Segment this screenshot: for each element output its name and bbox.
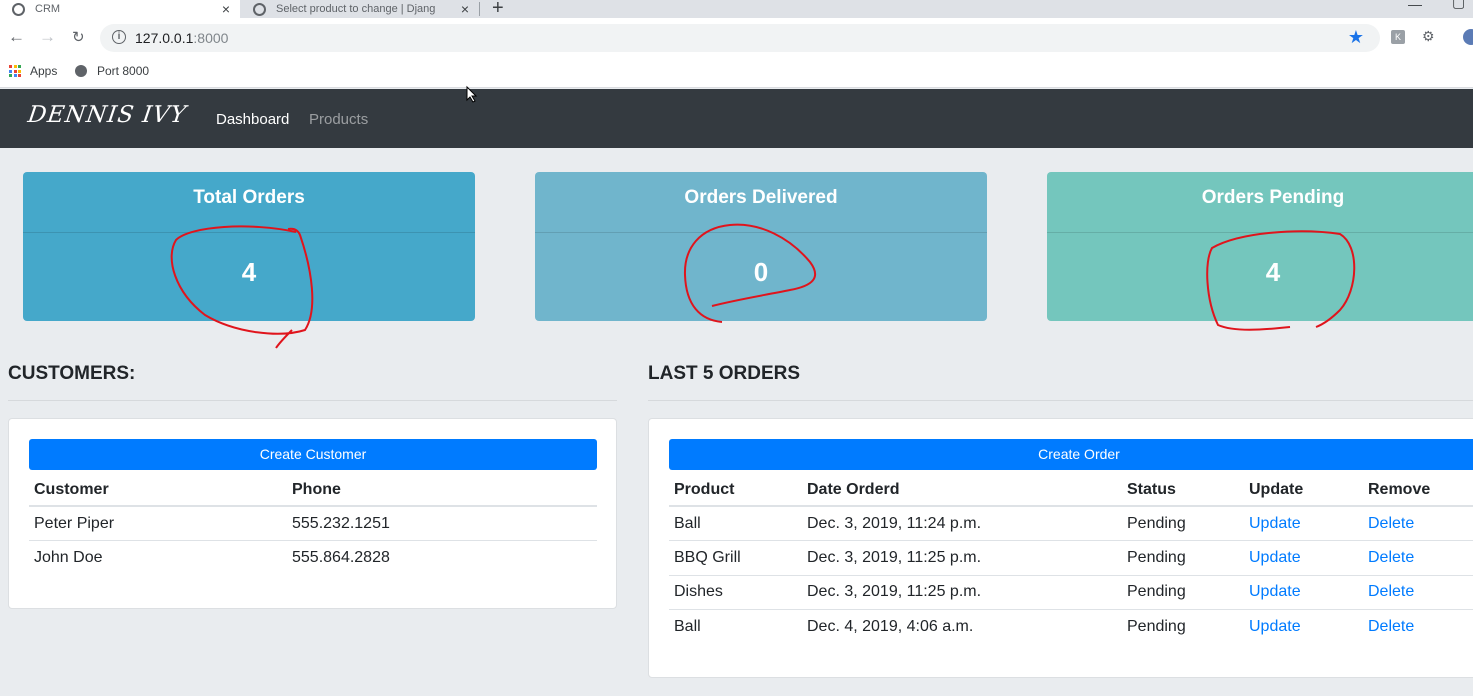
profile-avatar-icon[interactable]: [1463, 29, 1473, 45]
extension-k-icon[interactable]: K: [1391, 30, 1405, 44]
delete-link[interactable]: Delete: [1363, 575, 1473, 610]
order-status: Pending: [1122, 506, 1244, 541]
customer-phone: 555.864.2828: [292, 549, 390, 566]
tab-separator: [479, 2, 480, 16]
browser-tab-bar: CRM × Select product to change | Djang ×…: [0, 0, 1473, 20]
apps-grid-icon: [9, 65, 21, 77]
column-header: Customer: [29, 474, 287, 507]
url-port: :8000: [193, 30, 229, 46]
bookmark-apps[interactable]: Apps: [9, 64, 57, 78]
tab-django-admin[interactable]: Select product to change | Djang ×: [240, 0, 479, 18]
column-header: Update: [1244, 474, 1363, 507]
customers-table: Customer Phone Peter Piper 555.232.1251 …: [29, 474, 597, 575]
column-header: Status: [1122, 474, 1244, 507]
bookmark-label: Port 8000: [97, 64, 150, 78]
back-icon[interactable]: ←: [8, 27, 25, 47]
nav-link-dashboard[interactable]: Dashboard: [216, 111, 289, 128]
divider: [8, 400, 617, 401]
address-bar[interactable]: i 127.0.0.1:8000 ★: [100, 24, 1380, 52]
order-product: Ball: [669, 506, 802, 541]
card-value: 0: [753, 257, 769, 287]
create-order-button[interactable]: Create Order: [669, 439, 1473, 470]
order-status: Pending: [1122, 540, 1244, 576]
delete-link[interactable]: Delete: [1363, 506, 1473, 541]
globe-icon: [253, 2, 266, 16]
table-header-row: Product Date Orderd Status Update Remove: [669, 474, 1473, 507]
orders-delivered-card: Orders Delivered 0: [535, 172, 987, 321]
orders-table: Product Date Orderd Status Update Remove…: [669, 474, 1473, 644]
customer-name: Peter Piper: [29, 506, 287, 541]
bookmarks-bar: Apps Port 8000: [0, 58, 1473, 88]
nav-link-products[interactable]: Products: [309, 111, 368, 128]
column-header: Product: [669, 474, 802, 507]
card-title: Orders Pending: [1047, 172, 1473, 233]
globe-icon: [75, 65, 87, 77]
close-tab-icon[interactable]: ×: [222, 1, 230, 17]
table-row: BBQ Grill Dec. 3, 2019, 11:25 p.m. Pendi…: [669, 540, 1473, 576]
extension-gear-icon[interactable]: ⚙: [1422, 28, 1435, 45]
bookmark-label: Apps: [30, 64, 58, 78]
customer-phone: 555.232.1251: [287, 506, 597, 541]
tab-title: CRM: [35, 3, 61, 15]
create-customer-button[interactable]: Create Customer: [29, 439, 597, 470]
tab-crm[interactable]: CRM ×: [0, 0, 240, 18]
bookmark-port-8000[interactable]: Port 8000: [75, 64, 149, 78]
table-header-row: Customer Phone: [29, 474, 597, 507]
customers-heading: CUSTOMERS:: [8, 363, 136, 384]
customers-card: Create Customer Customer Phone Peter Pip…: [8, 418, 617, 609]
url-host: 127.0.0.1: [135, 30, 194, 46]
column-header: Phone: [287, 474, 597, 507]
order-product: BBQ Grill: [669, 540, 802, 576]
last-orders-heading: LAST 5 ORDERS: [648, 363, 801, 384]
order-date: Dec. 4, 2019, 4:06 a.m.: [807, 618, 974, 635]
minimize-icon[interactable]: —: [1408, 0, 1422, 12]
table-row: Dishes Dec. 3, 2019, 11:25 p.m. Pending …: [669, 575, 1473, 610]
info-icon[interactable]: i: [112, 30, 126, 44]
card-value: 4: [241, 257, 257, 287]
update-link[interactable]: Update: [1244, 540, 1363, 576]
new-tab-icon[interactable]: +: [492, 0, 504, 20]
update-link[interactable]: Update: [1244, 575, 1363, 610]
column-header: Remove: [1363, 474, 1473, 507]
forward-icon[interactable]: →: [39, 27, 56, 47]
table-row: Ball Dec. 4, 2019, 4:06 a.m. Pending Upd…: [669, 610, 1473, 645]
update-link[interactable]: Update: [1244, 506, 1363, 541]
update-link[interactable]: Update: [1244, 610, 1363, 645]
customer-name: John Doe: [34, 549, 103, 566]
column-header: Date Orderd: [802, 474, 1122, 507]
app-navbar: DENNIS IVY Dashboard Products: [0, 89, 1473, 148]
divider: [648, 400, 1473, 401]
tab-title: Select product to change | Djang: [276, 3, 436, 15]
delete-link[interactable]: Delete: [1363, 610, 1473, 645]
card-value: 4: [1265, 257, 1281, 287]
globe-icon: [12, 2, 25, 16]
card-title: Total Orders: [23, 172, 475, 233]
order-product: Ball: [674, 618, 701, 635]
orders-pending-card: Orders Pending 4: [1047, 172, 1473, 321]
total-orders-card: Total Orders 4: [23, 172, 475, 321]
order-status: Pending: [1127, 618, 1186, 635]
brand-logo[interactable]: DENNIS IVY: [26, 102, 188, 128]
order-status: Pending: [1122, 575, 1244, 610]
close-tab-icon[interactable]: ×: [461, 1, 469, 17]
delete-link[interactable]: Delete: [1363, 540, 1473, 576]
bookmark-star-icon[interactable]: ★: [1348, 27, 1364, 48]
order-date: Dec. 3, 2019, 11:25 p.m.: [802, 540, 1122, 576]
url-text: 127.0.0.1:8000: [135, 30, 228, 46]
table-row: Peter Piper 555.232.1251: [29, 506, 597, 541]
orders-card: Create Order Product Date Orderd Status …: [648, 418, 1473, 678]
order-date: Dec. 3, 2019, 11:25 p.m.: [802, 575, 1122, 610]
order-date: Dec. 3, 2019, 11:24 p.m.: [802, 506, 1122, 541]
restore-icon[interactable]: ▢: [1452, 0, 1465, 11]
order-product: Dishes: [669, 575, 802, 610]
reload-icon[interactable]: ↻: [72, 28, 85, 46]
table-row: Ball Dec. 3, 2019, 11:24 p.m. Pending Up…: [669, 506, 1473, 541]
browser-toolbar: ← → ↻ i 127.0.0.1:8000 ★ K ⚙: [0, 18, 1473, 58]
table-row: John Doe 555.864.2828: [29, 541, 597, 576]
card-title: Orders Delivered: [535, 172, 987, 233]
